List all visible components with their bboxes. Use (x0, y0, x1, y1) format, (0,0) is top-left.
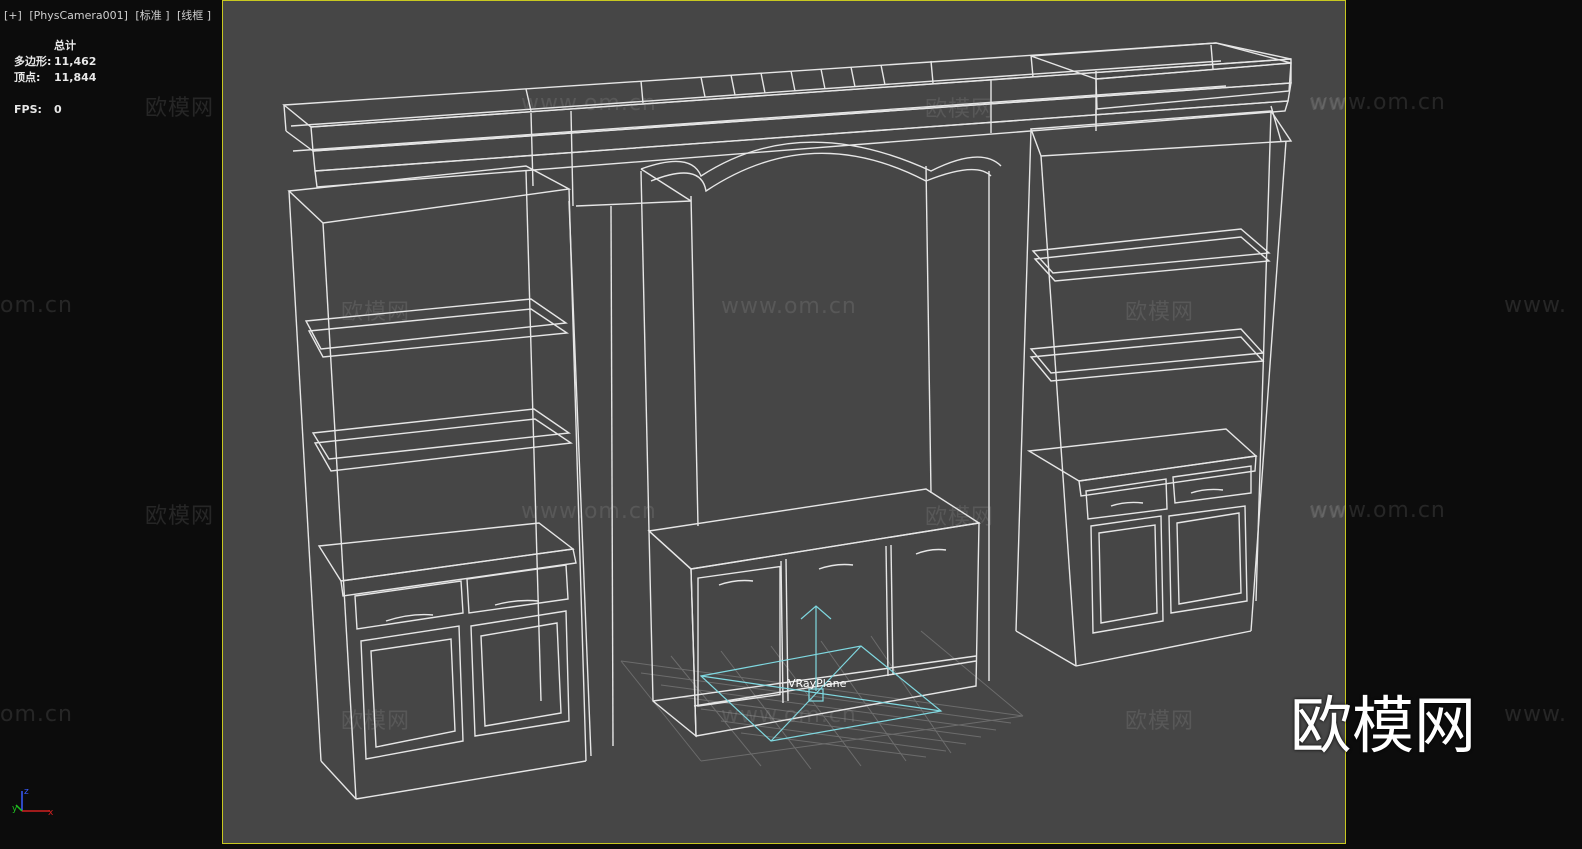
stats-header: 总计 (54, 39, 76, 52)
watermark-url: www.om.cn (721, 703, 857, 728)
watermark-cn: 欧模网 (341, 300, 411, 325)
vrayplane-label: VRayPlane (788, 677, 847, 690)
axis-z-label: z (24, 787, 29, 797)
floor-grid (620, 630, 1024, 770)
camera-viewport[interactable]: VRayPlane 欧模网 欧模网 www.om.cn 欧模网 www.om.c… (222, 0, 1346, 844)
watermark-cn: 欧模网 (1125, 300, 1195, 325)
logo-watermark: 欧模网 (1290, 689, 1477, 762)
watermark-cn: 欧模网 (341, 709, 411, 734)
watermark-url: www.om.cn (721, 294, 857, 319)
fps-label: FPS: (14, 103, 42, 116)
axis-x-label: x (48, 808, 54, 818)
axis-tripod-icon: z x y (12, 787, 54, 818)
watermark-cn: 欧模网 (145, 96, 215, 121)
viewport-statistics: 总计 多边形: 11,462 顶点: 11,844 FPS: 0 (14, 38, 96, 118)
viewport-display-mode-menu[interactable]: [线框 ] (177, 9, 211, 22)
viewport-menu-plus[interactable]: [+] (4, 9, 22, 22)
watermark-url: www.om.cn (1310, 90, 1446, 115)
axis-y-label: y (12, 804, 18, 814)
watermark-url: www.om.cn (521, 499, 657, 524)
verts-label: 顶点: (14, 71, 41, 84)
watermark-url: www.om.cn (521, 91, 657, 116)
verts-value: 11,844 (54, 71, 97, 84)
polys-label: 多边形: (14, 55, 52, 68)
viewport-label: [+] [PhysCamera001] [标准 ] [线框 ] (4, 7, 215, 23)
watermark-url: om.cn (0, 702, 73, 727)
watermark-url: www. (1504, 702, 1567, 727)
fps-value: 0 (54, 103, 62, 116)
polys-value: 11,462 (54, 55, 97, 68)
watermark-cn: 欧模网 (925, 505, 995, 530)
viewport-camera-menu[interactable]: [PhysCamera001] (29, 9, 128, 22)
watermark-url: www.om.cn (1310, 498, 1446, 523)
watermark-url: om.cn (0, 293, 73, 318)
watermark-url: www. (1504, 293, 1567, 318)
watermark-cn: 欧模网 (925, 97, 995, 122)
viewport-shading-menu[interactable]: [标准 ] (135, 9, 169, 22)
watermark-cn: 欧模网 (1125, 709, 1195, 734)
watermark-cn: 欧模网 (145, 504, 215, 529)
